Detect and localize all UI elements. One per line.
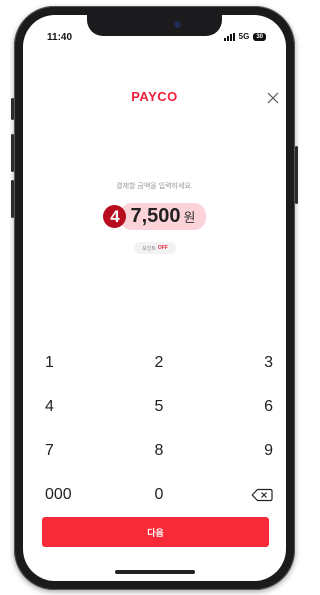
phone-screen: 11:40 5G 30 PAYCO 결제할 금액을 입력하세요. 4 7,500…	[23, 15, 286, 581]
backspace-icon	[251, 488, 273, 502]
key-2[interactable]: 2	[121, 341, 197, 385]
number-keypad: 1 2 3 4 5 6 7 8 9 000 0	[37, 341, 277, 517]
point-state: OFF	[157, 245, 168, 251]
key-9[interactable]: 9	[197, 429, 277, 473]
key-6[interactable]: 6	[197, 385, 277, 429]
key-4[interactable]: 4	[37, 385, 121, 429]
keypad-row: 000 0	[37, 473, 277, 517]
amount-highlight: 7,500 원	[120, 203, 206, 230]
point-toggle[interactable]: 포인트 OFF	[134, 242, 176, 254]
phone-button	[11, 134, 14, 172]
phone-frame: 11:40 5G 30 PAYCO 결제할 금액을 입력하세요. 4 7,500…	[11, 6, 298, 590]
keypad-row: 4 5 6	[37, 385, 277, 429]
close-icon[interactable]	[266, 91, 280, 105]
camera-icon	[174, 21, 181, 28]
network-type: 5G	[238, 32, 250, 41]
key-5[interactable]: 5	[121, 385, 197, 429]
currency-unit: 원	[183, 210, 196, 225]
status-time: 11:40	[47, 32, 73, 43]
phone-button	[11, 180, 14, 218]
point-label: 포인트	[142, 245, 156, 252]
status-indicators: 5G 30	[223, 32, 266, 41]
key-7[interactable]: 7	[37, 429, 121, 473]
brand-logo: PAYCO	[131, 89, 178, 104]
amount-display: 4 7,500 원	[23, 203, 286, 230]
key-1[interactable]: 1	[37, 341, 121, 385]
phone-button	[295, 146, 298, 204]
phone-button	[11, 98, 14, 120]
next-button[interactable]: 다음	[42, 517, 269, 547]
key-8[interactable]: 8	[121, 429, 197, 473]
keypad-row: 7 8 9	[37, 429, 277, 473]
keypad-row: 1 2 3	[37, 341, 277, 385]
battery-icon: 30	[253, 32, 266, 41]
home-indicator	[115, 570, 195, 574]
signal-icon	[223, 32, 235, 41]
notch	[87, 15, 222, 36]
backspace-key[interactable]	[197, 473, 277, 517]
amount-value: 7,500	[130, 205, 181, 227]
key-000[interactable]: 000	[37, 473, 121, 517]
key-3[interactable]: 3	[197, 341, 277, 385]
key-0[interactable]: 0	[121, 473, 197, 517]
amount-prompt: 결제할 금액을 입력하세요.	[116, 183, 193, 190]
